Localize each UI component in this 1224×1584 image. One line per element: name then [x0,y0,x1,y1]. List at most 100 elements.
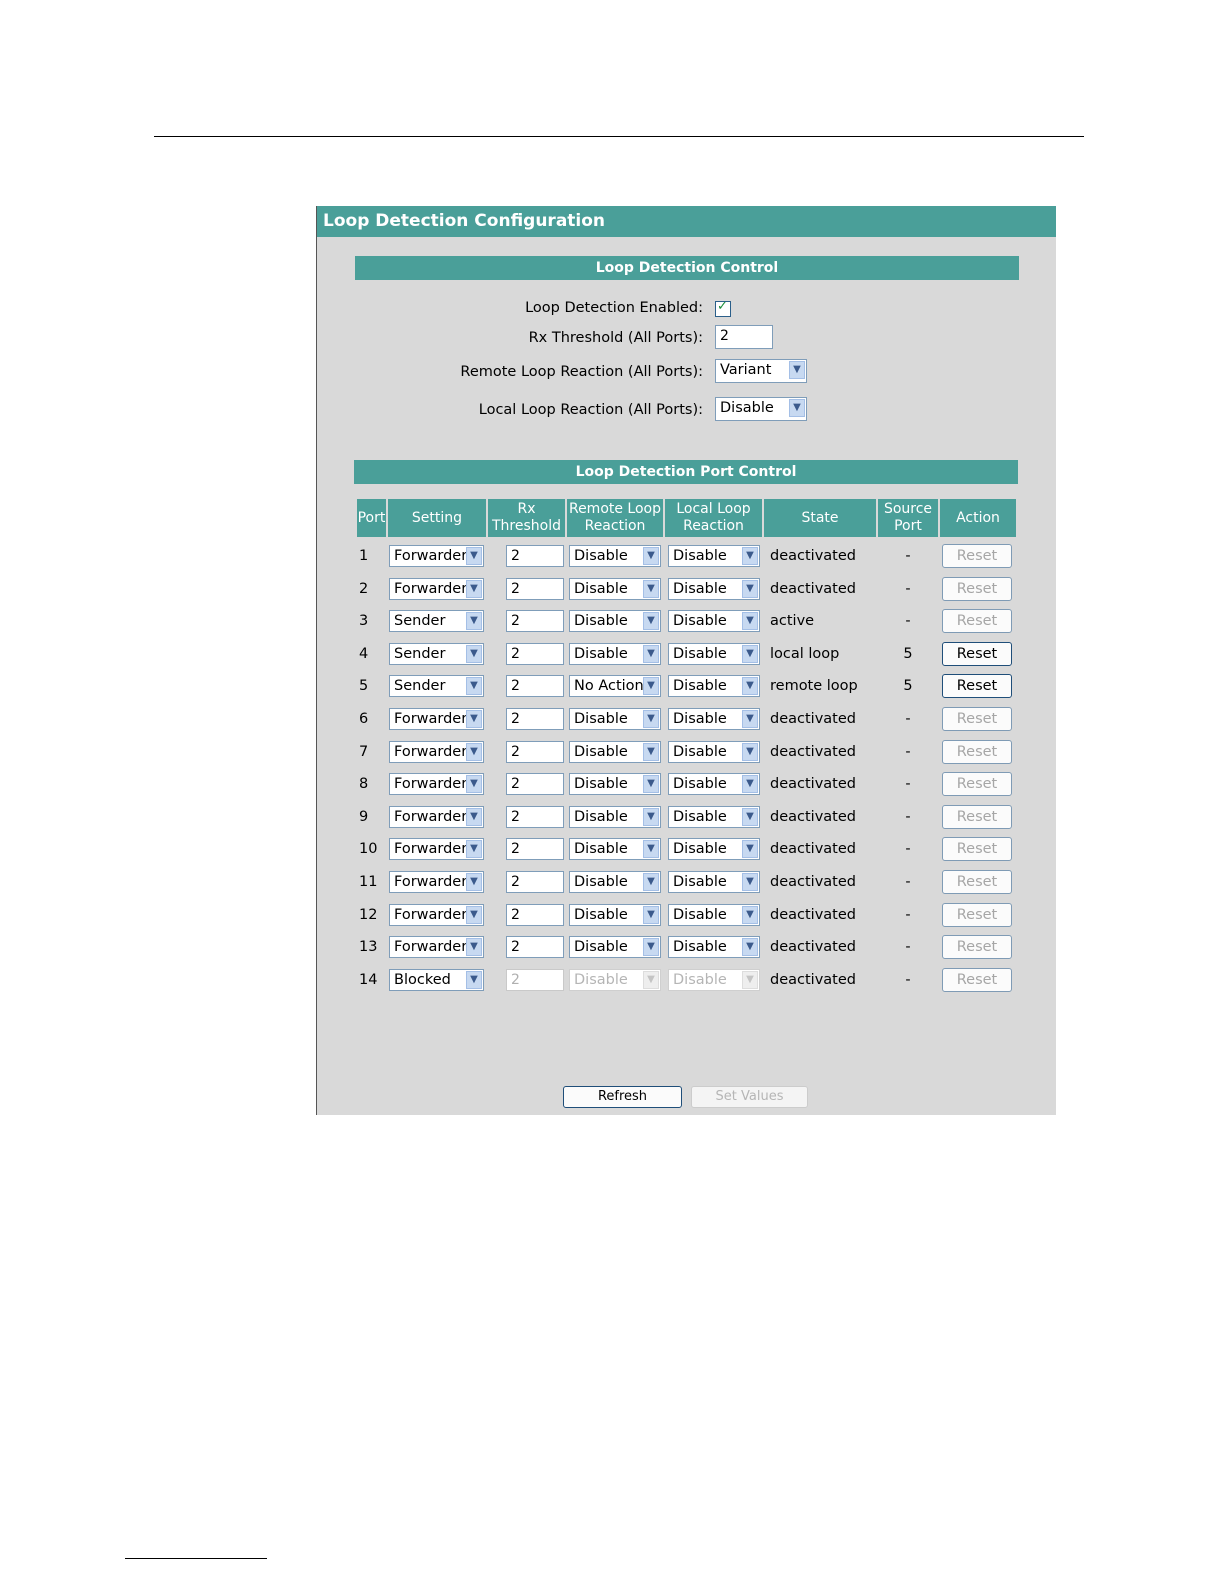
remote-reaction-select[interactable]: Disable ▼ [569,773,661,795]
reset-button[interactable]: Reset [942,740,1012,764]
rx-threshold-input[interactable]: 2 [506,708,564,730]
remote-reaction-select[interactable]: Disable ▼ [569,610,661,632]
remote-reaction-select[interactable]: Disable ▼ [569,545,661,567]
reset-button[interactable]: Reset [942,577,1012,601]
reset-button[interactable]: Reset [942,772,1012,796]
chevron-down-icon: ▼ [742,710,758,728]
chevron-down-icon: ▼ [643,938,659,956]
local-reaction-select[interactable]: Disable ▼ [668,806,760,828]
local-reaction-select[interactable]: Disable ▼ [668,643,760,665]
setting-select[interactable]: Forwarder ▼ [389,838,484,860]
rx-threshold-input[interactable]: 2 [506,675,564,697]
rx-threshold-input[interactable]: 2 [506,838,564,860]
rx-threshold-input[interactable]: 2 [506,969,564,991]
rx-threshold-input[interactable]: 2 [715,325,773,349]
setting-select[interactable]: Blocked ▼ [389,969,484,991]
setting-select[interactable]: Forwarder ▼ [389,545,484,567]
reset-button[interactable]: Reset [942,609,1012,633]
rx-threshold-input[interactable]: 2 [506,578,564,600]
set-values-button[interactable]: Set Values [691,1086,808,1108]
table-row: 3 Sender ▼ 2 Disable ▼ Disable ▼ active - Reset [317,608,1056,634]
reset-button[interactable]: Reset [942,870,1012,894]
source-port: - [905,841,911,857]
local-reaction-select[interactable]: Disable ▼ [668,904,760,926]
remote-reaction-value: Variant [720,362,772,378]
rx-threshold-input[interactable]: 2 [506,773,564,795]
state-text: deactivated [770,711,856,727]
table-row: 5 Sender ▼ 2 No Action ▼ Disable ▼ remote loop 5 R… [317,673,1056,699]
reset-button[interactable]: Reset [942,805,1012,829]
setting-select[interactable]: Sender ▼ [389,610,484,632]
rx-threshold-input[interactable]: 2 [506,871,564,893]
local-reaction-select[interactable]: Disable ▼ [668,578,760,600]
remote-reaction-select[interactable]: Disable ▼ [569,643,661,665]
setting-select[interactable]: Forwarder ▼ [389,806,484,828]
local-reaction-select[interactable]: Disable ▼ [668,545,760,567]
remote-reaction-select[interactable]: No Action ▼ [569,675,661,697]
checkmark-icon: ✓ [717,299,728,314]
local-reaction-select[interactable]: Disable ▼ [668,871,760,893]
local-reaction-select[interactable]: Disable ▼ [668,708,760,730]
local-reaction-select[interactable]: Disable ▼ [668,936,760,958]
local-reaction-value: Disable [673,972,727,988]
chevron-down-icon: ▼ [643,808,659,826]
local-reaction-select[interactable]: Disable ▼ [668,969,760,991]
chevron-down-icon: ▼ [466,906,482,924]
remote-reaction-select[interactable]: Disable ▼ [569,969,661,991]
setting-value: Sender [394,613,446,629]
local-reaction-value: Disable [673,874,727,890]
local-reaction-select[interactable]: Disable ▼ [668,675,760,697]
chevron-down-icon: ▼ [466,547,482,565]
rx-threshold-input[interactable]: 2 [506,545,564,567]
setting-select[interactable]: Forwarder ▼ [389,773,484,795]
refresh-button[interactable]: Refresh [563,1086,682,1108]
reset-button[interactable]: Reset [942,544,1012,568]
chevron-down-icon: ▼ [466,743,482,761]
setting-select[interactable]: Forwarder ▼ [389,708,484,730]
remote-reaction-select[interactable]: Disable ▼ [569,871,661,893]
table-row: 12 Forwarder ▼ 2 Disable ▼ Disable ▼ deactivated… [317,902,1056,928]
setting-select[interactable]: Forwarder ▼ [389,871,484,893]
reset-button[interactable]: Reset [942,935,1012,959]
reset-button[interactable]: Reset [942,642,1012,666]
chevron-down-icon: ▼ [643,840,659,858]
remote-reaction-select[interactable]: Disable ▼ [569,904,661,926]
local-reaction-select[interactable]: Disable ▼ [668,773,760,795]
setting-value: Forwarder [394,548,468,564]
setting-select[interactable]: Forwarder ▼ [389,578,484,600]
rx-threshold-input[interactable]: 2 [506,904,564,926]
remote-reaction-select[interactable]: Disable ▼ [569,806,661,828]
rx-threshold-input[interactable]: 2 [506,741,564,763]
remote-reaction-select[interactable]: Disable ▼ [569,741,661,763]
rx-threshold-input[interactable]: 2 [506,610,564,632]
rx-threshold-input[interactable]: 2 [506,806,564,828]
remote-reaction-value: Disable [574,907,628,923]
local-reaction-select[interactable]: Disable ▼ [715,397,807,421]
reset-button[interactable]: Reset [942,674,1012,698]
col-rx-header: Rx Threshold [488,499,565,537]
remote-reaction-select[interactable]: Disable ▼ [569,708,661,730]
remote-reaction-select[interactable]: Variant ▼ [715,359,807,383]
setting-select[interactable]: Forwarder ▼ [389,936,484,958]
local-reaction-select[interactable]: Disable ▼ [668,741,760,763]
setting-select[interactable]: Forwarder ▼ [389,904,484,926]
port-number: 11 [359,874,378,890]
reset-button[interactable]: Reset [942,968,1012,992]
enabled-checkbox[interactable]: ✓ [715,295,731,317]
reset-button[interactable]: Reset [942,707,1012,731]
setting-select[interactable]: Sender ▼ [389,643,484,665]
remote-reaction-select[interactable]: Disable ▼ [569,578,661,600]
reset-button[interactable]: Reset [942,837,1012,861]
remote-reaction-select[interactable]: Disable ▼ [569,936,661,958]
remote-reaction-select[interactable]: Disable ▼ [569,838,661,860]
rx-threshold-input[interactable]: 2 [506,936,564,958]
source-port: - [905,972,911,988]
setting-select[interactable]: Sender ▼ [389,675,484,697]
setting-value: Sender [394,646,446,662]
local-reaction-select[interactable]: Disable ▼ [668,838,760,860]
chevron-down-icon: ▼ [643,775,659,793]
reset-button[interactable]: Reset [942,903,1012,927]
local-reaction-select[interactable]: Disable ▼ [668,610,760,632]
setting-select[interactable]: Forwarder ▼ [389,741,484,763]
rx-threshold-input[interactable]: 2 [506,643,564,665]
